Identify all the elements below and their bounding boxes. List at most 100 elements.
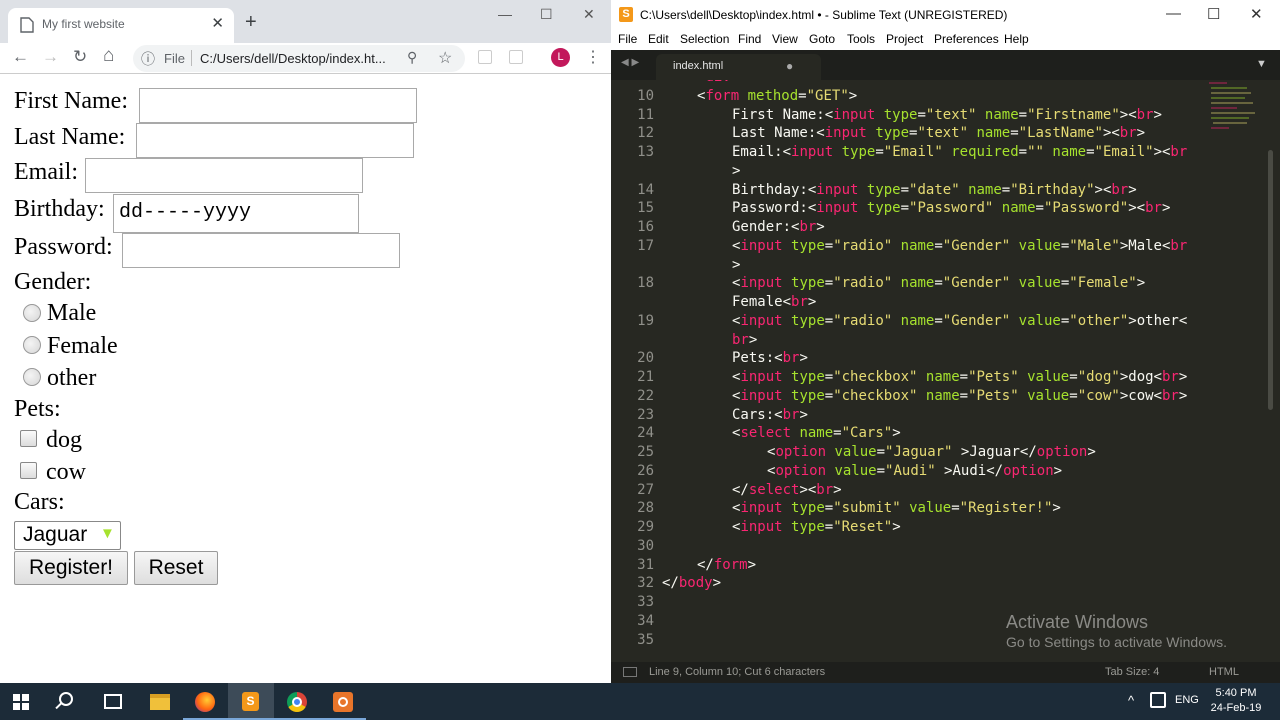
- menu-edit[interactable]: Edit: [648, 32, 669, 46]
- pet-option-label: dog: [46, 427, 82, 453]
- activate-windows-title: Activate Windows: [1006, 612, 1149, 632]
- code-token: type: [875, 125, 910, 142]
- forward-icon[interactable]: →: [42, 47, 59, 67]
- code-token: type: [791, 519, 825, 535]
- zoom-icon[interactable]: ⚲: [407, 49, 417, 66]
- close-window-icon[interactable]: ✕: [1250, 5, 1263, 23]
- network-icon[interactable]: [1150, 692, 1166, 708]
- code-line: >: [732, 163, 740, 179]
- app-icon[interactable]: [333, 692, 353, 712]
- line-number: 15: [637, 200, 654, 217]
- menu-selection[interactable]: Selection: [680, 32, 729, 46]
- gender-radio-female[interactable]: [23, 336, 41, 354]
- menu-project[interactable]: Project: [886, 32, 923, 46]
- maximize-icon[interactable]: ☐: [1207, 5, 1220, 23]
- menu-preferences[interactable]: Preferences: [934, 32, 999, 46]
- browser-menu-icon[interactable]: ⋮: [585, 47, 601, 67]
- email-input[interactable]: [85, 158, 363, 193]
- file-explorer-icon[interactable]: [150, 694, 170, 710]
- extension-icon[interactable]: [509, 50, 523, 64]
- editor-scrollbar[interactable]: [1268, 150, 1273, 410]
- sublime-text-icon[interactable]: S: [242, 692, 259, 711]
- code-token: "Jaguar": [885, 444, 953, 460]
- close-window-icon[interactable]: ✕: [583, 6, 595, 23]
- url-text[interactable]: C:/Users/dell/Desktop/index.ht...: [200, 51, 386, 66]
- code-token: =: [876, 462, 886, 479]
- clock[interactable]: 5:40 PM 24-Feb-19: [1209, 686, 1263, 716]
- tab-size-indicator[interactable]: Tab Size: 4: [1105, 666, 1159, 678]
- tray-chevron-icon[interactable]: ^: [1128, 693, 1134, 708]
- new-tab-icon[interactable]: +: [245, 11, 257, 34]
- code-token: =: [1060, 237, 1070, 254]
- address-bar[interactable]: ⓘ File C:/Users/dell/Desktop/index.ht...…: [133, 45, 465, 72]
- code-token: option: [775, 462, 827, 479]
- bookmark-star-icon[interactable]: ☆: [438, 48, 452, 68]
- code-token: value: [1018, 237, 1061, 254]
- code-token: input: [791, 144, 834, 160]
- code-editor[interactable]: <div> 10 <form method="GET"> 11 First Name:<…: [611, 80, 1280, 662]
- reload-icon[interactable]: ↻: [73, 47, 87, 67]
- code-token: >: [1178, 369, 1188, 385]
- minimap[interactable]: [1207, 80, 1267, 140]
- task-view-icon[interactable]: [104, 694, 122, 709]
- reset-button[interactable]: Reset: [134, 551, 218, 585]
- cars-select[interactable]: Jaguar ▼: [14, 521, 121, 550]
- maximize-icon[interactable]: ☐: [540, 6, 553, 23]
- tab-scroll-arrows[interactable]: ◀ ▶: [621, 57, 639, 68]
- register-button[interactable]: Register!: [14, 551, 128, 585]
- pet-checkbox-cow[interactable]: [20, 462, 37, 479]
- search-icon[interactable]: [59, 692, 73, 706]
- email-label: Email:: [14, 159, 78, 185]
- menu-goto[interactable]: Goto: [809, 32, 835, 46]
- back-icon[interactable]: ←: [12, 47, 29, 67]
- line-number: 27: [637, 481, 654, 498]
- syntax-indicator[interactable]: HTML: [1209, 666, 1239, 678]
- minimize-icon[interactable]: —: [1166, 5, 1181, 22]
- unsaved-dot-icon[interactable]: ●: [786, 59, 793, 73]
- gender-radio-male[interactable]: [23, 304, 41, 322]
- tab-list-dropdown-icon[interactable]: ▼: [1256, 58, 1267, 70]
- extension-icon[interactable]: [478, 50, 492, 64]
- minimize-icon[interactable]: —: [498, 6, 512, 22]
- editor-tab[interactable]: index.html ●: [656, 54, 821, 80]
- chrome-icon[interactable]: [287, 692, 307, 712]
- code-line: <form method="GET">: [697, 88, 857, 104]
- profile-avatar[interactable]: L: [551, 48, 570, 67]
- menu-find[interactable]: Find: [738, 32, 761, 46]
- code-token: "Email": [1094, 144, 1154, 160]
- firefox-icon[interactable]: [195, 692, 215, 712]
- code-token: value: [1027, 369, 1070, 385]
- tab-close-icon[interactable]: ✕: [211, 14, 224, 32]
- line-number: 16: [637, 219, 654, 235]
- clock-time: 5:40 PM: [1215, 687, 1257, 699]
- sublime-tab-bar: ◀ ▶ index.html ● ▼: [611, 50, 1280, 80]
- pet-checkbox-dog[interactable]: [20, 430, 37, 447]
- site-info-icon[interactable]: ⓘ: [141, 49, 155, 69]
- browser-tab[interactable]: My first website ✕: [8, 8, 234, 43]
- code-token: =: [833, 425, 842, 442]
- first-name-input[interactable]: [139, 88, 417, 123]
- code-token: >: [892, 425, 901, 442]
- home-icon[interactable]: ⌂: [103, 45, 114, 67]
- password-input[interactable]: [122, 233, 400, 268]
- code-token: Password:<: [732, 200, 817, 217]
- code-token: "Male": [1069, 237, 1120, 254]
- menu-view[interactable]: View: [772, 32, 798, 46]
- panel-toggle-icon[interactable]: [623, 667, 637, 677]
- menu-file[interactable]: File: [618, 32, 637, 46]
- code-token: >: [732, 256, 741, 273]
- code-token: =: [934, 312, 943, 329]
- gender-radio-other[interactable]: [23, 368, 41, 386]
- code-token: method: [747, 87, 799, 104]
- language-indicator[interactable]: ENG: [1175, 694, 1199, 706]
- birthday-date-input[interactable]: dd-----yyyy: [113, 194, 359, 233]
- windows-start-icon[interactable]: [13, 694, 29, 710]
- menu-tools[interactable]: Tools: [847, 32, 875, 46]
- menu-help[interactable]: Help: [1004, 32, 1029, 46]
- last-name-input[interactable]: [136, 123, 414, 158]
